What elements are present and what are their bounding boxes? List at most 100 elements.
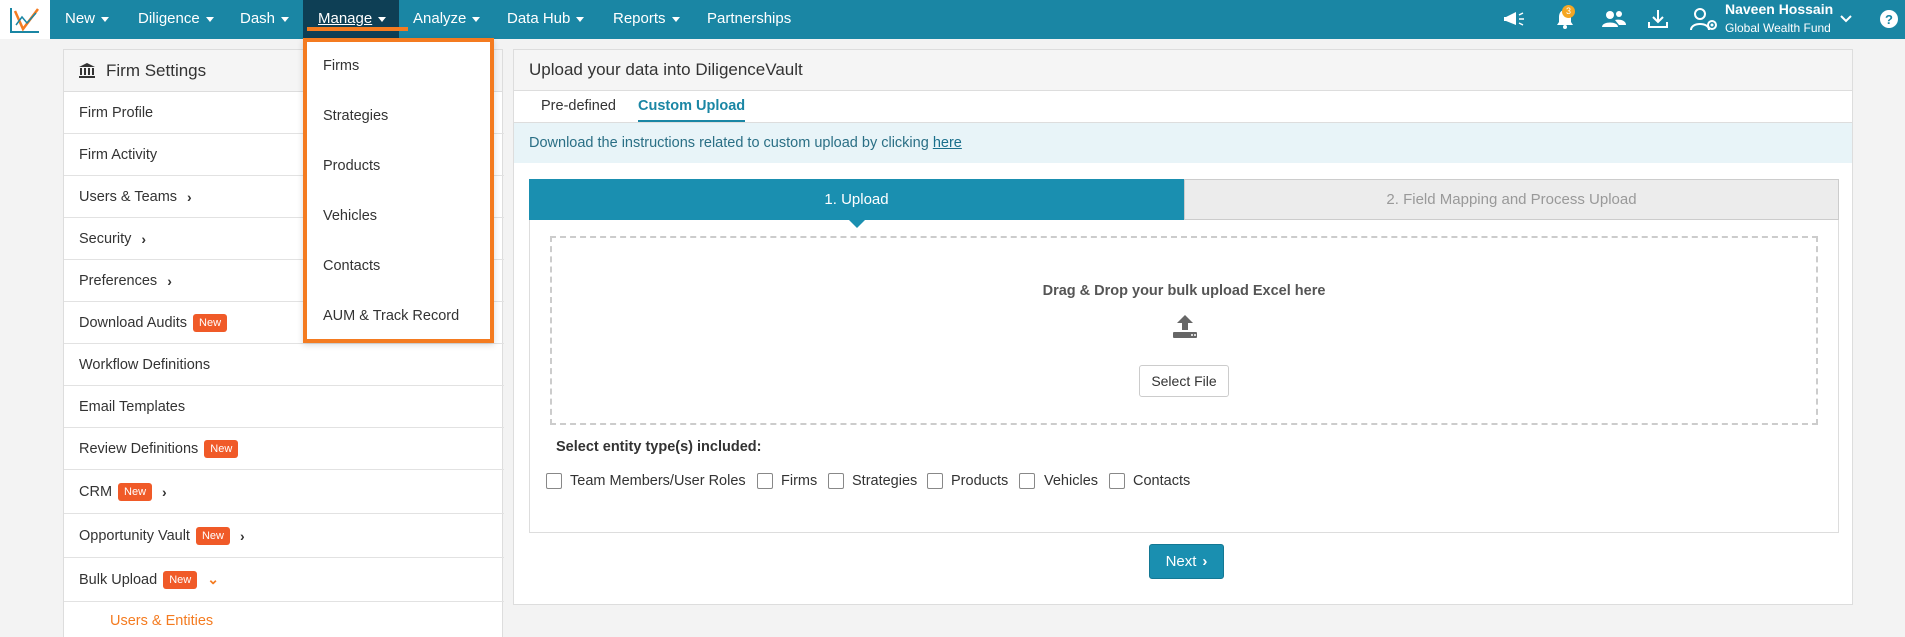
sidebar-item-opportunity-vault[interactable]: Opportunity Vault New › (64, 514, 504, 558)
nav-partnerships-label: Partnerships (707, 10, 792, 27)
menu-item-vehicles[interactable]: Vehicles (323, 208, 377, 224)
top-navbar: New Diligence Dash Manage Analyze Data H… (0, 0, 1905, 39)
caret-down-icon (101, 16, 110, 22)
new-badge: New (204, 439, 239, 458)
nav-reports-label: Reports (613, 10, 666, 27)
checkbox-strategies[interactable] (828, 473, 844, 489)
checkbox-label[interactable]: Contacts (1133, 473, 1190, 490)
checkbox-contacts[interactable] (1109, 473, 1125, 489)
sidebar-item-label: Preferences (79, 272, 158, 289)
user-gear-icon[interactable] (1689, 6, 1719, 32)
user-name[interactable]: Naveen Hossain (1725, 1, 1833, 17)
nav-manage[interactable]: Manage (303, 0, 399, 39)
tab-pre-defined[interactable]: Pre-defined (541, 91, 616, 122)
select-file-button[interactable]: Select File (1139, 365, 1229, 397)
step-upload[interactable]: 1. Upload (529, 179, 1184, 220)
caret-down-icon (378, 16, 387, 22)
instructions-link[interactable]: here (933, 135, 962, 151)
sidebar-item-label: Firm Activity (79, 146, 158, 163)
nav-data-hub-label: Data Hub (507, 10, 571, 27)
nav-partnerships[interactable]: Partnerships (707, 0, 791, 39)
sidebar-item-label: Users & Teams (79, 188, 178, 205)
nav-diligence[interactable]: Diligence (138, 0, 214, 39)
checkbox-label[interactable]: Team Members/User Roles (570, 473, 746, 490)
chevron-right-icon: › (167, 272, 172, 289)
sidebar-item-review-definitions[interactable]: Review Definitions New (64, 428, 504, 470)
new-badge: New (118, 482, 153, 501)
nav-active-indicator (307, 27, 408, 31)
nav-analyze[interactable]: Analyze (413, 0, 481, 39)
step-field-mapping[interactable]: 2. Field Mapping and Process Upload (1184, 179, 1839, 220)
chevron-right-icon: › (1202, 553, 1208, 570)
checkbox-team-members[interactable] (546, 473, 562, 489)
sidebar-item-label: Email Templates (79, 398, 186, 415)
nav-analyze-label: Analyze (413, 10, 467, 27)
next-button[interactable]: Next › (1149, 544, 1224, 579)
download-icon[interactable] (1645, 6, 1671, 32)
upload-icon (1171, 313, 1199, 344)
nav-data-hub[interactable]: Data Hub (507, 0, 585, 39)
sidebar-subitem-users-entities[interactable]: Users & Entities (64, 602, 504, 637)
sidebar-item-label: Download Audits (79, 314, 188, 331)
new-badge: New (193, 313, 228, 332)
checkbox-firms[interactable] (757, 473, 773, 489)
sidebar-item-label: Security (79, 230, 132, 247)
upload-steps: 1. Upload 2. Field Mapping and Process U… (529, 179, 1839, 228)
upload-panel: Upload your data into DiligenceVault Pre… (513, 49, 1853, 605)
nav-diligence-label: Diligence (138, 10, 200, 27)
checkbox-label[interactable]: Vehicles (1044, 473, 1098, 490)
menu-item-aum-track-record[interactable]: AUM & Track Record (323, 308, 459, 324)
checkbox-products[interactable] (927, 473, 943, 489)
instructions-bar: Download the instructions related to cus… (514, 123, 1852, 163)
nav-dash-label: Dash (240, 10, 276, 27)
checkbox-label[interactable]: Firms (781, 473, 817, 490)
chevron-right-icon: › (162, 483, 167, 500)
chevron-down-icon: ⌄ (207, 571, 219, 587)
announcement-icon[interactable] (1501, 6, 1527, 32)
diligencevault-logo[interactable] (0, 0, 50, 39)
upload-tabs: Pre-defined Custom Upload (514, 90, 1852, 123)
nav-manage-label: Manage (318, 10, 373, 27)
chevron-right-icon: › (187, 188, 192, 205)
sidebar-item-crm[interactable]: CRM New › (64, 470, 504, 514)
caret-down-icon (472, 16, 481, 22)
sidebar-subitem-label: Users & Entities (110, 613, 214, 629)
bank-icon (79, 63, 95, 78)
menu-item-contacts[interactable]: Contacts (323, 258, 380, 274)
checkbox-vehicles[interactable] (1019, 473, 1035, 489)
entity-type-label: Select entity type(s) included: (556, 439, 762, 455)
nav-dash[interactable]: Dash (240, 0, 290, 39)
new-badge: New (163, 570, 198, 589)
help-icon[interactable]: ? (1876, 6, 1902, 32)
instructions-text: Download the instructions related to cus… (529, 135, 929, 151)
sidebar-item-bulk-upload[interactable]: Bulk Upload New ⌄ (64, 558, 504, 602)
nav-new-label: New (65, 10, 96, 27)
next-button-label: Next (1165, 553, 1197, 570)
menu-item-strategies[interactable]: Strategies (323, 108, 388, 124)
chevron-down-icon[interactable] (1836, 6, 1856, 32)
sidebar-item-label: Review Definitions (79, 440, 199, 457)
chevron-right-icon: › (141, 230, 147, 247)
caret-down-icon (281, 16, 290, 22)
menu-item-products[interactable]: Products (323, 158, 380, 174)
menu-item-firms[interactable]: Firms (323, 58, 359, 74)
tab-custom-upload[interactable]: Custom Upload (638, 91, 746, 122)
dropzone-text: Drag & Drop your bulk upload Excel here (1042, 283, 1326, 299)
new-badge: New (195, 526, 230, 545)
page-title: Upload your data into DiligenceVault (529, 60, 803, 79)
file-dropzone[interactable]: Drag & Drop your bulk upload Excel here … (550, 236, 1818, 425)
caret-down-icon (576, 16, 585, 22)
caret-down-icon (205, 16, 214, 22)
users-icon[interactable] (1601, 6, 1627, 32)
sidebar-item-label: Opportunity Vault (79, 527, 190, 544)
sidebar-item-label: Workflow Definitions (79, 356, 211, 373)
checkbox-label[interactable]: Products (951, 473, 1008, 490)
sidebar-item-label: CRM (79, 483, 113, 500)
manage-dropdown-menu: Firms Strategies Products Vehicles Conta… (303, 38, 494, 343)
checkbox-label[interactable]: Strategies (852, 473, 917, 490)
sidebar-item-workflow-definitions[interactable]: Workflow Definitions (64, 344, 504, 386)
nav-reports[interactable]: Reports (613, 0, 680, 39)
user-org: Global Wealth Fund (1725, 21, 1831, 35)
sidebar-item-email-templates[interactable]: Email Templates (64, 386, 504, 428)
nav-new[interactable]: New (65, 0, 110, 39)
